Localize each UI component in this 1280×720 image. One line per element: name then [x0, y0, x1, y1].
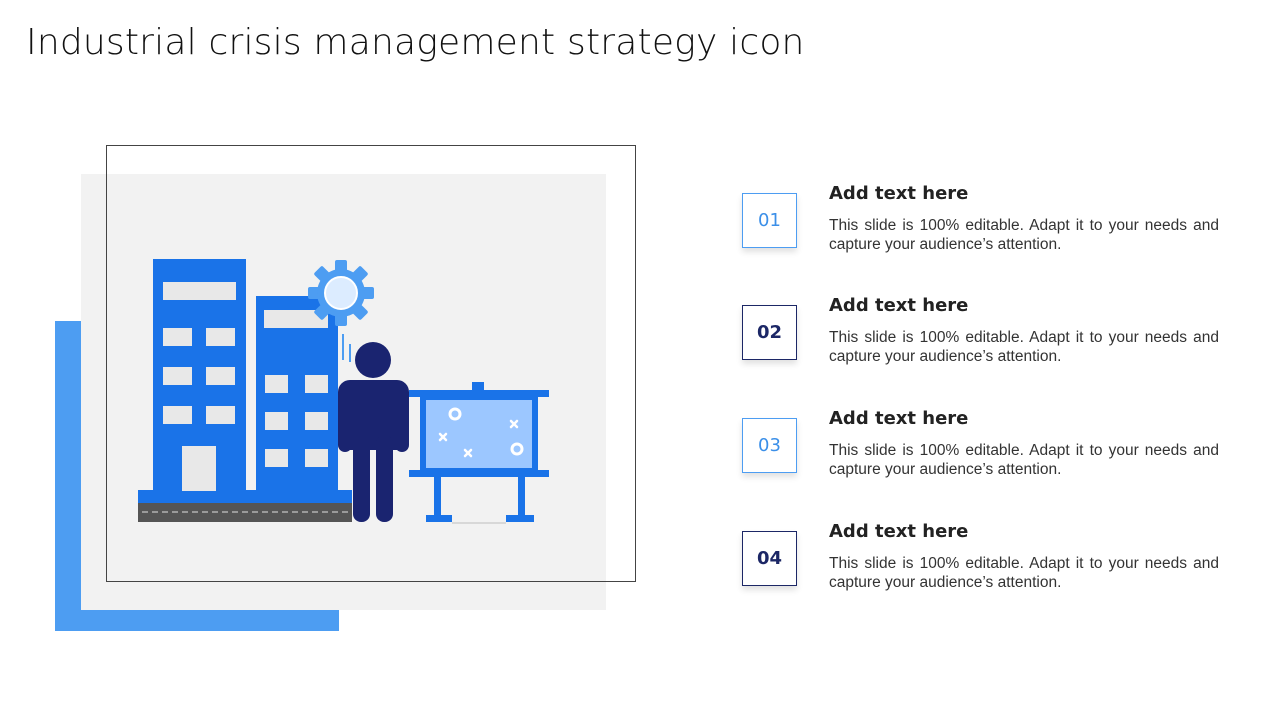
item-heading: Add text here: [829, 295, 969, 316]
item-heading: Add text here: [829, 183, 969, 204]
item-text: This slide is 100% editable. Adapt it to…: [829, 217, 1219, 253]
road-icon: [138, 503, 352, 522]
item-heading: Add text here: [829, 408, 969, 429]
number-badge: 04: [742, 531, 797, 586]
slide-title: Industrial crisis management strategy ic…: [26, 22, 805, 63]
number-badge: 03: [742, 418, 797, 473]
list-item: 01 Add text here This slide is 100% edit…: [742, 183, 1222, 273]
illustration: [138, 259, 549, 524]
list-item: 03 Add text here This slide is 100% edit…: [742, 408, 1222, 498]
gear-icon: [308, 260, 374, 326]
item-text: This slide is 100% editable. Adapt it to…: [829, 329, 1219, 365]
item-text: This slide is 100% editable. Adapt it to…: [829, 555, 1219, 591]
list-item: 04 Add text here This slide is 100% edit…: [742, 521, 1222, 611]
building-icon: [153, 259, 246, 491]
building-icon: [256, 296, 338, 491]
presentation-board-icon: [409, 382, 549, 524]
item-text: This slide is 100% editable. Adapt it to…: [829, 442, 1219, 478]
list-item: 02 Add text here This slide is 100% edit…: [742, 295, 1222, 385]
item-heading: Add text here: [829, 521, 969, 542]
number-badge: 02: [742, 305, 797, 360]
number-badge: 01: [742, 193, 797, 248]
